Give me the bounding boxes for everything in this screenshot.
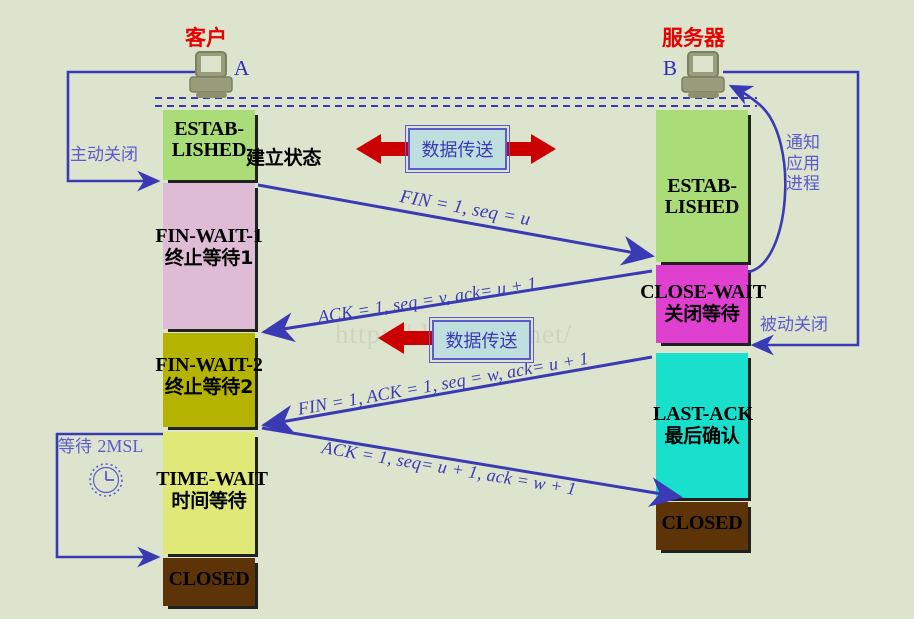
tcp-termination-diagram: http://blog.csdn.net/ — [0, 0, 914, 619]
data-transfer-chip-1: 数据传送 — [405, 125, 510, 173]
data-transfer-chip-2: 数据传送 — [429, 317, 534, 363]
data-transfer-arrow-layer — [356, 134, 556, 354]
established-state-label-cn: 建立状态 — [246, 147, 322, 169]
